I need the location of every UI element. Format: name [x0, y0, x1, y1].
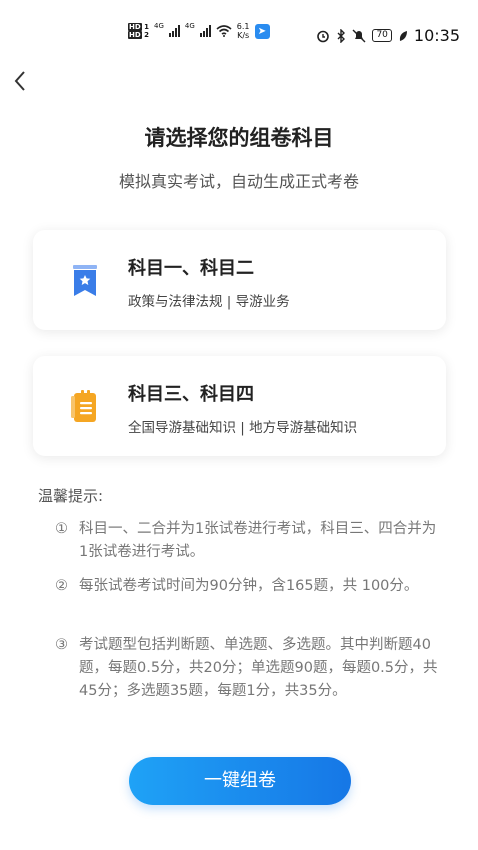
tips-title: 温馨提示:: [38, 487, 104, 505]
signal-icon-2: [199, 25, 211, 37]
status-bar: HD 1 HD 2 4G 4G 6.1 K/s ➤ 70 10:35: [0, 0, 478, 72]
hd1-label: HD: [128, 23, 142, 31]
leaf-icon: [399, 30, 407, 41]
bookmark-star-icon: [73, 265, 97, 296]
tip-item: ③ 考试题型包括判断题、单选题、多选题。其中判断题40题，每题0.5分，共20分…: [55, 634, 445, 703]
app-notification-icon: ➤: [254, 23, 270, 39]
network-type-2: 4G: [184, 22, 195, 30]
tip-number: ③: [55, 637, 68, 653]
signal-icon: [168, 25, 180, 37]
status-left: HD 1 HD 2 4G 4G 6.1 K/s ➤: [128, 22, 270, 40]
hd2-label: HD: [128, 31, 142, 39]
net-speed: 6.1 K/s: [237, 22, 250, 40]
chevron-left-icon: [14, 71, 25, 91]
net-speed-value: 6.1: [236, 22, 250, 31]
page-title: 请选择您的组卷科目: [144, 126, 334, 150]
tip-text: 科目一、二合并为1张试卷进行考试，科目三、四合并为1张试卷进行考试。: [79, 521, 437, 560]
tip-number: ①: [55, 521, 68, 537]
card-title: 科目一、科目二: [128, 258, 254, 279]
hd2-number: 2: [144, 31, 149, 39]
card-title: 科目三、科目四: [128, 384, 254, 405]
tip-item: ② 每张试卷考试时间为90分钟，含165题，共 100分。: [55, 575, 445, 598]
card-subtitle: 全国导游基础知识 | 地方导游基础知识: [128, 420, 358, 436]
hd-indicator: HD 1 HD 2: [128, 23, 149, 39]
clock: 10:35: [413, 26, 460, 45]
subject-card-1-2[interactable]: 科目一、科目二 政策与法律法规 | 导游业务: [33, 230, 446, 330]
alarm-icon: [317, 30, 330, 42]
back-button[interactable]: [8, 70, 32, 98]
wifi-icon: [216, 25, 232, 37]
bluetooth-icon: [337, 28, 346, 43]
battery-icon: 70: [372, 29, 392, 42]
mute-icon: [352, 29, 366, 42]
page-subtitle: 模拟真实考试，自动生成正式考卷: [118, 172, 359, 191]
tip-text: 每张试卷考试时间为90分钟，含165题，共 100分。: [79, 578, 419, 594]
card-subtitle: 政策与法律法规 | 导游业务: [128, 294, 290, 310]
tip-number: ②: [55, 578, 68, 594]
generate-exam-button[interactable]: 一键组卷: [129, 757, 351, 805]
tip-text: 考试题型包括判断题、单选题、多选题。其中判断题40题，每题0.5分，共20分；单…: [79, 637, 438, 699]
net-speed-unit: K/s: [237, 31, 250, 40]
status-right: 70 10:35: [316, 26, 460, 45]
notepad-icon: [71, 390, 96, 422]
subject-card-3-4[interactable]: 科目三、科目四 全国导游基础知识 | 地方导游基础知识: [33, 356, 446, 456]
network-type-1: 4G: [153, 22, 164, 30]
tip-item: ① 科目一、二合并为1张试卷进行考试，科目三、四合并为1张试卷进行考试。: [55, 518, 445, 564]
hd1-number: 1: [144, 23, 149, 31]
